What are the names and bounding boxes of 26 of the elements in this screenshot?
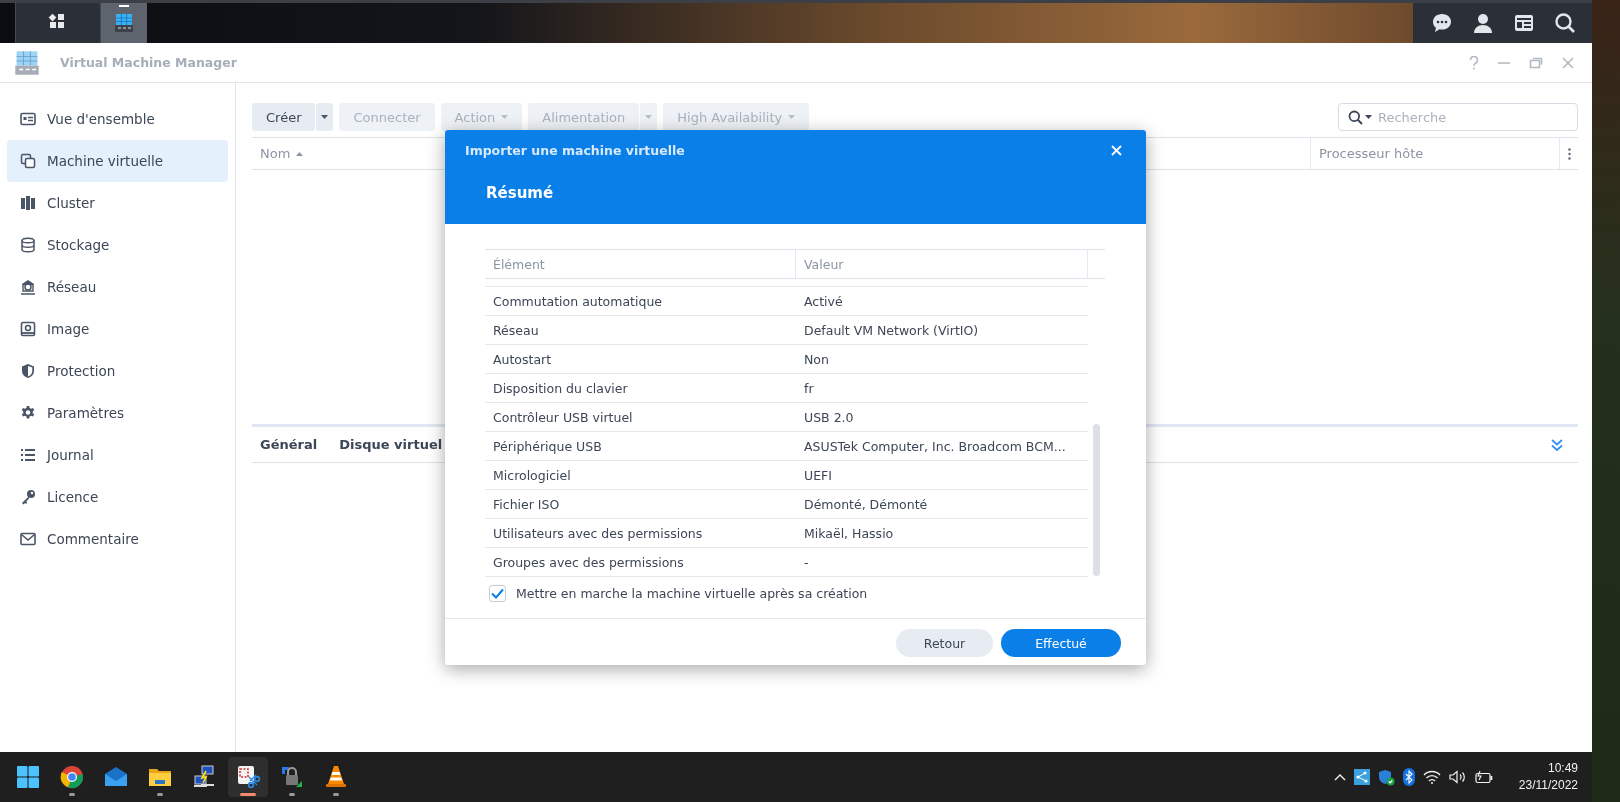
clock-time: 10:49 — [1547, 760, 1578, 777]
checkbox-label: Mettre en marche la machine virtuelle après sa création — [516, 586, 868, 601]
table-cell-text: - — [803, 554, 810, 570]
table-cell-text: Default VM Network (VirtIO) — [803, 322, 980, 338]
table-cell-text: USB 2.0 — [803, 409, 855, 425]
table-cell-text: Non — [803, 351, 830, 367]
table-cell-text: ASUSTek Computer, Inc. Broadcom BCM... — [803, 438, 1067, 454]
table-cell-text: Disposition du clavier — [492, 380, 629, 396]
clock-date: 23/11/2022 — [1518, 777, 1578, 794]
step-title: Résumé — [486, 184, 555, 202]
table-cell-text: Utilisateurs avec des permissions — [492, 525, 704, 541]
dialog-title: Importer une machine virtuelle — [465, 142, 685, 158]
table-cell-text: UEFI — [803, 467, 833, 483]
table-cell-text: Périphérique USB — [492, 438, 603, 454]
table-cell-text: Activé — [803, 293, 844, 309]
table-cell-text: Réseau — [492, 322, 540, 338]
table-cell-text: Contrôleur USB virtuel — [492, 409, 634, 425]
table-cell-text: Autostart — [492, 351, 553, 367]
table-cell-text: Commutation automatique — [492, 293, 664, 309]
table-cell-text: Micrologiciel — [492, 467, 572, 483]
table-cell-text: fr — [803, 380, 815, 396]
table-cell-text: Groupes avec des permissions — [492, 554, 685, 570]
table-cell-text: Démonté, Démonté — [803, 496, 929, 512]
window-title: Virtual Machine Manager — [60, 55, 238, 70]
table-cell-text: Fichier ISO — [492, 496, 561, 512]
table-cell-text: Mikaël, Hassio — [803, 525, 895, 541]
